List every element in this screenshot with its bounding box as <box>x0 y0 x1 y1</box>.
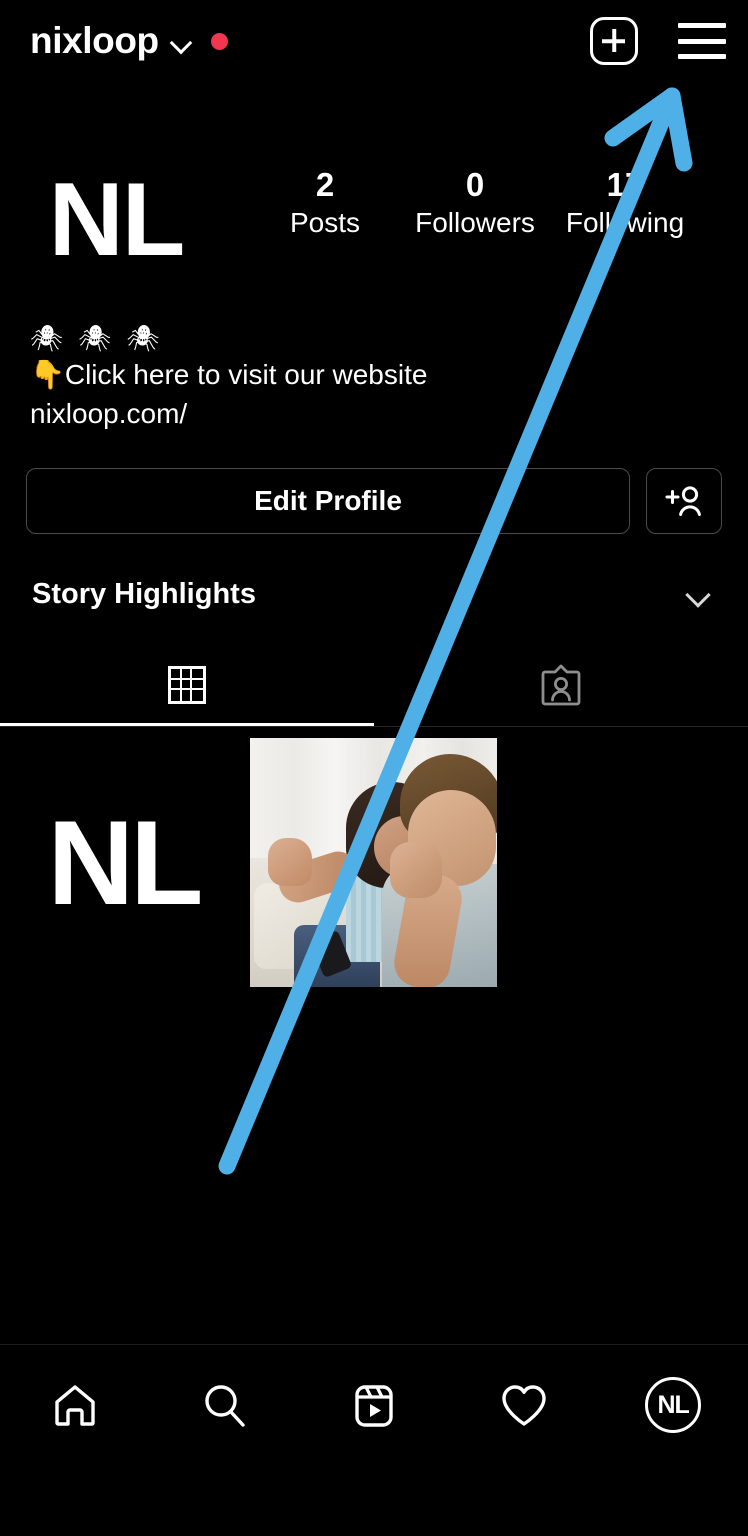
hamburger-line <box>678 38 726 44</box>
avatar-label: NL <box>48 162 186 278</box>
stat-followers-value: 0 <box>465 166 485 203</box>
tagged-person-icon <box>541 664 581 706</box>
photo-woman-hand <box>268 838 312 886</box>
stat-following-value: 17 <box>606 166 644 203</box>
avatar[interactable]: NL <box>26 130 206 310</box>
chevron-down-icon[interactable] <box>171 35 193 48</box>
profile-header: NL 2 Posts 0 Followers 17 Following <box>0 130 748 310</box>
chevron-down-icon[interactable] <box>686 586 712 602</box>
top-bar: nixloop <box>0 0 748 82</box>
profile-actions: Edit Profile <box>26 468 722 534</box>
username-dropdown[interactable]: nixloop <box>30 20 228 62</box>
nav-profile[interactable]: NL <box>598 1377 748 1433</box>
nav-reels[interactable] <box>299 1379 449 1431</box>
stat-posts-value: 2 <box>315 166 335 203</box>
stat-posts-label: Posts <box>289 206 361 238</box>
home-icon <box>55 1385 95 1426</box>
search-icon <box>205 1385 246 1427</box>
instagram-profile-screen: nixloop NL 2 Posts 0 Followers 17 Follow… <box>0 0 748 1536</box>
tab-tagged[interactable] <box>374 645 748 725</box>
posts-grid: NL <box>0 738 748 988</box>
nav-activity[interactable] <box>449 1379 599 1431</box>
profile-stats: 2 Posts 0 Followers 17 Following <box>250 166 748 241</box>
top-bar-actions <box>590 17 726 65</box>
status-dot-badge <box>210 32 228 50</box>
bio-section: 🕷 🕷 🕷 👇Click here to visit our website n… <box>30 322 670 434</box>
edit-profile-button[interactable]: Edit Profile <box>26 468 630 534</box>
stat-following[interactable]: 17 Following <box>550 166 700 241</box>
tab-grid[interactable] <box>0 645 374 725</box>
heart-icon <box>501 1385 546 1426</box>
username-label: nixloop <box>30 20 159 61</box>
stat-posts[interactable]: 2 Posts <box>250 166 400 241</box>
hamburger-menu-icon[interactable] <box>678 23 726 59</box>
story-highlights-label: Story Highlights <box>32 577 256 610</box>
photo-man-fist <box>390 842 442 898</box>
profile-avatar-label: NL <box>657 1390 690 1419</box>
bottom-nav: NL <box>0 1345 748 1465</box>
add-person-icon <box>665 486 701 516</box>
stat-followers[interactable]: 0 Followers <box>400 166 550 241</box>
bio-emoji-line: 🕷 🕷 🕷 <box>30 323 164 353</box>
reels-icon <box>355 1385 393 1427</box>
post-tile[interactable]: NL <box>0 738 247 987</box>
bio-website-link[interactable]: nixloop.com/ <box>30 394 670 434</box>
profile-tabs <box>0 645 748 725</box>
active-tab-indicator <box>0 723 374 726</box>
nav-search[interactable] <box>150 1379 300 1431</box>
story-highlights-row[interactable]: Story Highlights <box>0 568 748 620</box>
bio-text-line: 👇Click here to visit our website <box>30 358 428 390</box>
nav-home[interactable] <box>0 1379 150 1431</box>
stat-followers-label: Followers <box>415 206 535 238</box>
post-tile[interactable] <box>250 738 497 987</box>
tab-divider <box>0 726 748 727</box>
grid-icon <box>168 666 206 704</box>
plus-square-icon[interactable] <box>590 17 638 65</box>
stat-following-label: Following <box>565 206 685 238</box>
profile-avatar: NL <box>645 1377 702 1433</box>
post-logo-label: NL <box>47 795 204 930</box>
add-person-button[interactable] <box>646 468 722 534</box>
hamburger-line <box>678 54 726 59</box>
hamburger-line <box>678 23 726 28</box>
